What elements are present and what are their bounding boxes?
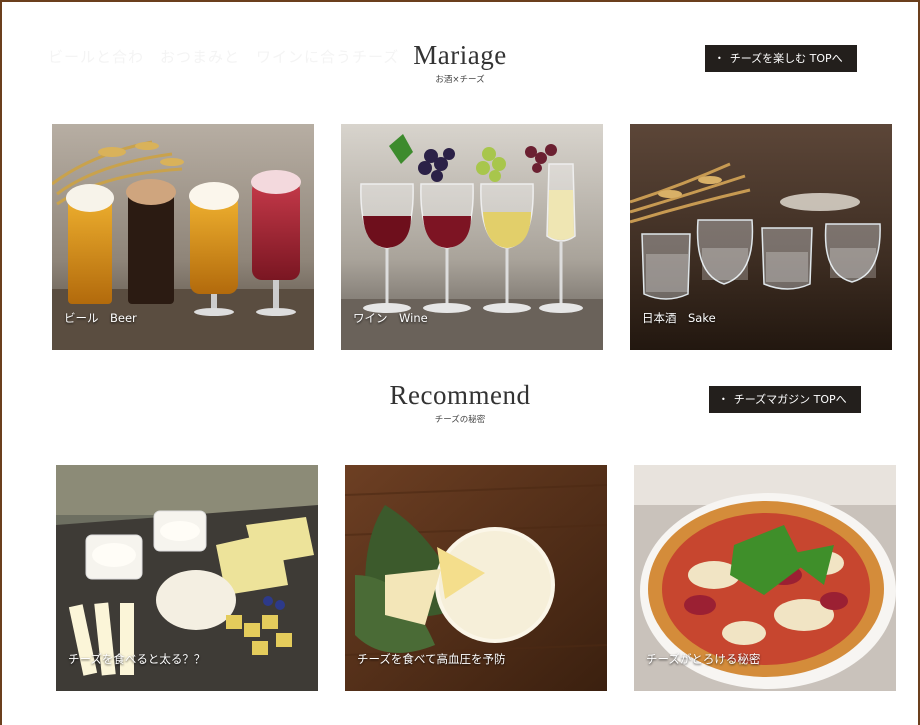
beer-card[interactable]: ビール Beer [52,124,314,350]
bullet-icon: • [717,54,722,63]
sake-card-label: 日本酒 Sake [642,311,716,325]
cheese-melt-card-label: チーズがとろける秘密 [646,652,761,666]
cheese-melt-card[interactable]: チーズがとろける秘密 [634,465,896,691]
cheese-enjoy-top-button[interactable]: • チーズを楽しむ TOPへ [705,45,857,72]
sake-card[interactable]: 日本酒 Sake [630,124,892,350]
bullet-icon: • [721,395,726,404]
cheese-enjoy-top-label: チーズを楽しむ TOPへ [729,52,843,65]
mariage-subtitle: お酒×チーズ [435,75,485,85]
beer-card-label: ビール Beer [64,311,137,325]
recommend-subtitle: チーズの秘密 [434,415,486,425]
wine-card[interactable]: ワイン Wine [341,124,603,350]
cheese-magazine-top-button[interactable]: • チーズマガジン TOPへ [709,386,861,413]
cheese-blood-pressure-card[interactable]: チーズを食べて高血圧を予防 [345,465,607,691]
wine-card-label: ワイン Wine [353,311,428,325]
cheese-fat-card-label: チーズを食べると太る？？ [68,652,206,666]
cheese-blood-pressure-card-label: チーズを食べて高血圧を予防 [357,652,506,666]
cheese-fat-card[interactable]: チーズを食べると太る？？ [56,465,318,691]
cheese-magazine-top-label: チーズマガジン TOPへ [733,393,847,406]
